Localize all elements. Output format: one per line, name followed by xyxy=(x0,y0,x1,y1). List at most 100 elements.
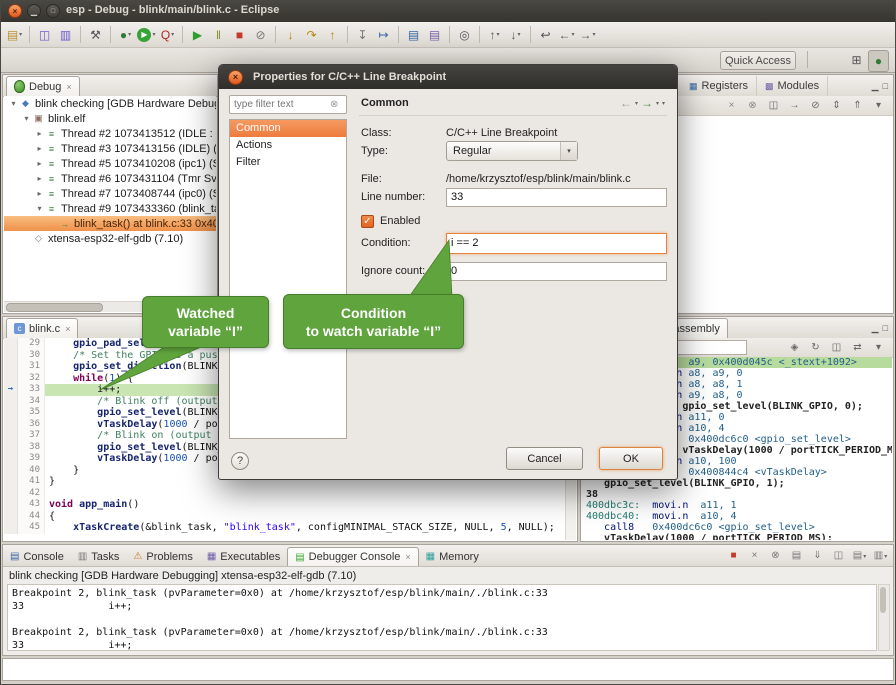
close-icon[interactable]: × xyxy=(65,324,70,334)
debug-icon[interactable]: ●▾ xyxy=(116,25,135,45)
editor-line[interactable]: 45 xTaskCreate(&blink_task, "blink_task"… xyxy=(4,522,565,534)
vertical-scrollbar[interactable] xyxy=(878,584,890,651)
expand-all-icon[interactable]: ⇕ xyxy=(827,98,846,114)
debug-tree-item[interactable]: ▸≡Thread #5 1073410208 (ipc1) (Suspended… xyxy=(4,156,216,171)
step-over-icon[interactable]: ↷ xyxy=(302,25,321,45)
cancel-button[interactable]: Cancel xyxy=(506,447,583,470)
close-icon[interactable]: × xyxy=(66,82,71,92)
window-minimize-icon[interactable]: ▁ xyxy=(27,4,41,18)
tab-blink-c[interactable]: c blink.c × xyxy=(6,318,78,338)
type-dropdown[interactable]: Regular ▾ xyxy=(446,141,578,161)
condition-input[interactable] xyxy=(446,233,667,254)
disassembly-line[interactable]: 400dbc40: movi.n a10, 4 xyxy=(582,511,892,522)
display-console-icon[interactable]: ▤▾ xyxy=(850,548,869,564)
new-c-file-icon[interactable]: ▤ xyxy=(425,25,444,45)
last-edit-location-icon[interactable]: ↩ xyxy=(536,25,555,45)
scroll-lock-icon[interactable]: ⇓ xyxy=(808,548,827,564)
clear-console-icon[interactable]: ▤ xyxy=(787,548,806,564)
open-console-icon[interactable]: ▥▾ xyxy=(871,548,890,564)
show-source-icon[interactable]: ◫ xyxy=(827,340,846,356)
window-close-icon[interactable]: × xyxy=(8,4,22,18)
new-c-project-icon[interactable]: ▤ xyxy=(404,25,423,45)
drop-to-frame-icon[interactable]: ↧ xyxy=(353,25,372,45)
run-external-icon[interactable]: Q▾ xyxy=(158,25,177,45)
save-all-icon[interactable]: ▥ xyxy=(56,25,75,45)
debug-tree-item[interactable]: →blink_task() at blink.c:33 0x400dbc16 xyxy=(4,216,216,231)
editor-line[interactable]: 43void app_main() xyxy=(4,499,565,511)
view-menu-icon[interactable]: ▾ xyxy=(869,340,888,356)
help-button[interactable]: ? xyxy=(231,452,249,470)
disassembly-line[interactable]: 400dbc3c: movi.n a11, 1 xyxy=(582,500,892,511)
tab-registers[interactable]: ▦Registers xyxy=(681,76,757,96)
dialog-nav-actions[interactable]: Actions xyxy=(230,137,346,154)
minimize-icon[interactable]: ▁ xyxy=(872,323,879,334)
scrollbar-thumb[interactable] xyxy=(880,587,886,613)
tab-debug[interactable]: Debug × xyxy=(6,76,80,96)
back-icon[interactable]: ← xyxy=(620,96,632,110)
home-icon[interactable]: ◈ xyxy=(785,340,804,356)
debug-tree-item[interactable]: ▸≡Thread #3 1073413156 (IDLE) (Suspended… xyxy=(4,141,216,156)
remove-breakpoint-icon[interactable]: × xyxy=(722,98,741,114)
debug-tree-item[interactable]: ▸≡Thread #6 1073431104 (Tmr Svc) (Suspen… xyxy=(4,171,216,186)
search-icon[interactable]: ◎ xyxy=(455,25,474,45)
window-maximize-icon[interactable]: □ xyxy=(46,4,60,18)
remove-all-breakpoints-icon[interactable]: ⊗ xyxy=(743,98,762,114)
close-icon[interactable]: × xyxy=(405,552,410,562)
tab-modules[interactable]: ▩Modules xyxy=(757,76,828,96)
run-icon[interactable]: ▶▾ xyxy=(137,25,156,45)
step-into-icon[interactable]: ↓ xyxy=(281,25,300,45)
ok-button[interactable]: OK xyxy=(599,447,663,470)
prev-annotation-icon[interactable]: ↑▾ xyxy=(485,25,504,45)
dialog-close-icon[interactable]: × xyxy=(228,70,243,85)
view-menu-icon[interactable]: ▾ xyxy=(662,100,665,107)
disassembly-line[interactable]: call8 0x400dc6c0 <gpio_set_level> xyxy=(582,522,892,533)
disassembly-line[interactable]: 38 xyxy=(582,489,892,500)
tab-console[interactable]: ▤Console xyxy=(3,547,71,566)
terminate-console-icon[interactable]: ■ xyxy=(724,548,743,564)
expander-icon[interactable]: ▸ xyxy=(34,159,45,168)
terminate-icon[interactable]: ■ xyxy=(230,25,249,45)
new-wizard-icon[interactable]: ▤▾ xyxy=(5,25,24,45)
tab-memory[interactable]: ▦Memory xyxy=(419,547,486,566)
expander-icon[interactable]: ▾ xyxy=(34,204,45,213)
forward-dropdown-icon[interactable]: ▾ xyxy=(656,100,659,107)
editor-line[interactable]: 42 xyxy=(4,488,565,500)
disconnect-icon[interactable]: ⊘ xyxy=(251,25,270,45)
forward-icon[interactable]: →▾ xyxy=(578,25,597,45)
next-annotation-icon[interactable]: ↓▾ xyxy=(506,25,525,45)
enabled-checkbox[interactable]: ✓ xyxy=(361,215,374,228)
tab-debugger-console[interactable]: ▤Debugger Console× xyxy=(287,547,418,566)
back-icon[interactable]: ←▾ xyxy=(557,25,576,45)
open-perspective-icon[interactable]: ⊞ xyxy=(847,50,866,70)
debug-perspective-icon[interactable]: ● xyxy=(868,50,889,72)
remove-all-launches-icon[interactable]: ⊗ xyxy=(766,548,785,564)
maximize-icon[interactable]: □ xyxy=(883,323,888,334)
show-breakpoints-supported-icon[interactable]: ◫ xyxy=(764,98,783,114)
editor-line[interactable]: 44{ xyxy=(4,511,565,523)
step-return-icon[interactable]: ↑ xyxy=(323,25,342,45)
debug-tree-item[interactable]: ◇xtensa-esp32-elf-gdb (7.10) xyxy=(4,231,216,246)
back-dropdown-icon[interactable]: ▾ xyxy=(635,100,638,107)
skip-all-breakpoints-icon[interactable]: ⊘ xyxy=(806,98,825,114)
resume-icon[interactable]: ▶ xyxy=(188,25,207,45)
debug-tree-item[interactable]: ▸≡Thread #7 1073408744 (ipc0) (Suspended… xyxy=(4,186,216,201)
build-all-icon[interactable]: ⚒ xyxy=(86,25,105,45)
debug-tree-item[interactable]: ▾▣blink.elf xyxy=(4,111,216,126)
clear-filter-icon[interactable]: ⊗ xyxy=(330,99,338,110)
save-icon[interactable]: ◫ xyxy=(35,25,54,45)
maximize-icon[interactable]: □ xyxy=(883,81,888,92)
refresh-view-icon[interactable]: ↻ xyxy=(806,340,825,356)
expander-icon[interactable]: ▸ xyxy=(34,129,45,138)
expander-icon[interactable]: ▸ xyxy=(34,144,45,153)
forward-icon[interactable]: → xyxy=(641,96,653,110)
console-output[interactable]: Breakpoint 2, blink_task (pvParameter=0x… xyxy=(7,584,877,651)
minimize-icon[interactable]: ▁ xyxy=(872,81,879,92)
tab-problems[interactable]: ⚠Problems xyxy=(126,547,199,566)
view-menu-icon[interactable]: ▾ xyxy=(869,98,888,114)
collapse-all-icon[interactable]: ⇑ xyxy=(848,98,867,114)
debug-tree-item[interactable]: ▸≡Thread #2 1073413512 (IDLE : Running) xyxy=(4,126,216,141)
suspend-icon[interactable]: ‖ xyxy=(209,25,228,45)
expander-icon[interactable]: ▾ xyxy=(21,114,32,123)
sync-with-active-context-icon[interactable]: ⇄ xyxy=(848,340,867,356)
instruction-stepping-icon[interactable]: ↦ xyxy=(374,25,393,45)
